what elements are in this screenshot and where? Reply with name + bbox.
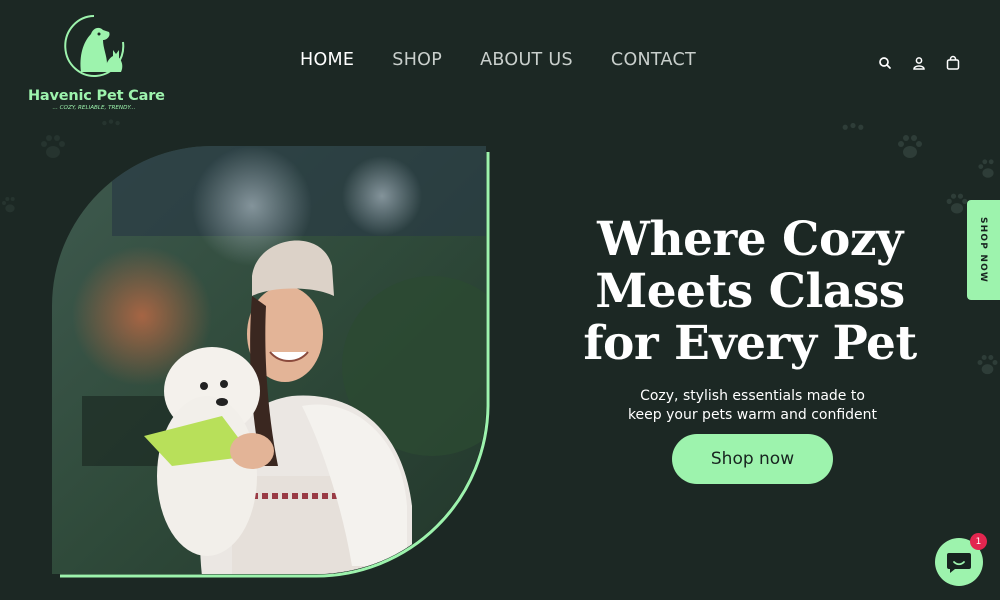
side-tab-label: SHOP NOW: [978, 216, 989, 284]
hero-subtitle-line: keep your pets warm and confident: [627, 407, 878, 423]
paw-print-decoration: [978, 159, 994, 178]
hero-headline-line: for Every Pet: [583, 316, 917, 371]
nav-item-home[interactable]: HOME: [300, 50, 354, 70]
hero-headline: Where Cozy Meets Class for Every Pet: [560, 214, 940, 370]
chat-bubble-icon: [947, 553, 971, 573]
shop-now-button[interactable]: Shop now: [672, 434, 833, 484]
account-icon[interactable]: [911, 55, 927, 71]
brand-tagline: ... COZY, RELIABLE, TRENDY...: [52, 105, 136, 111]
hero-headline-line: Where Cozy: [597, 212, 903, 267]
paw-print-decoration: [102, 119, 120, 126]
search-icon[interactable]: [877, 55, 893, 71]
header-actions: [877, 55, 961, 71]
chat-notification-badge: 1: [970, 533, 987, 550]
hero-headline-line: Meets Class: [595, 264, 905, 319]
hero-subtitle-line: Cozy, stylish essentials made to: [640, 388, 865, 404]
brand-logo[interactable]: Havenic Pet Care ... COZY, RELIABLE, TRE…: [28, 12, 165, 111]
paw-print-decoration: [842, 122, 864, 130]
paw-print-decoration: [2, 197, 15, 213]
cart-icon[interactable]: [945, 55, 961, 71]
dog-cat-logo-icon: [64, 15, 125, 77]
nav-item-about-us[interactable]: ABOUT US: [480, 50, 573, 70]
paw-print-decoration: [977, 355, 998, 375]
woman-holding-dog-photo: [52, 146, 490, 578]
main-navigation: HOME SHOP ABOUT US CONTACT: [300, 50, 696, 70]
hero-subtitle: Cozy, stylish essentials made to keep yo…: [600, 387, 905, 425]
brand-name: Havenic Pet Care: [28, 88, 165, 104]
nav-item-shop[interactable]: SHOP: [392, 50, 442, 70]
nav-item-contact[interactable]: CONTACT: [611, 50, 696, 70]
shop-now-side-tab[interactable]: SHOP NOW: [967, 200, 1000, 300]
hero-image: [52, 146, 492, 578]
paw-print-decoration: [898, 135, 922, 158]
